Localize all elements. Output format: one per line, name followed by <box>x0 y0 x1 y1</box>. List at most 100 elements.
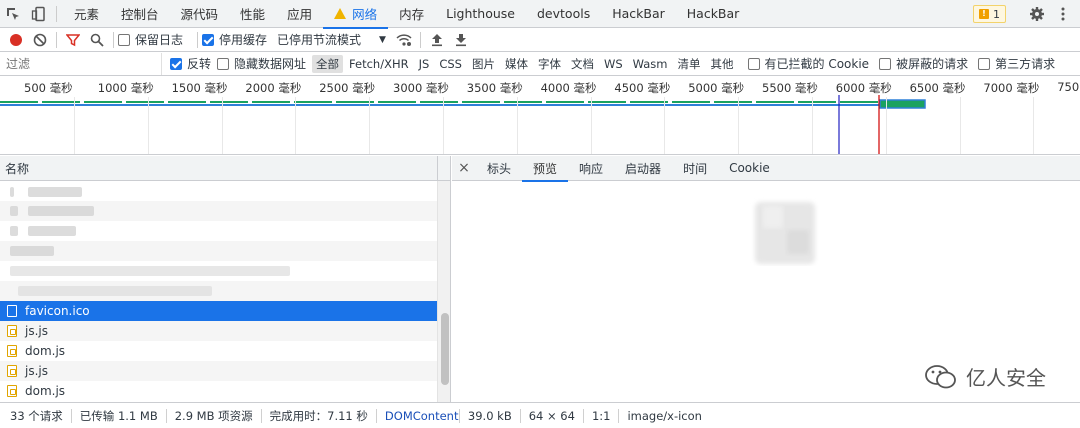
close-detail-icon[interactable]: × <box>452 160 476 176</box>
network-overview[interactable]: 500 毫秒 1000 毫秒 1500 毫秒 2000 毫秒 2500 毫秒 3000 毫… <box>0 77 1080 155</box>
wechat-logo-icon <box>925 364 956 388</box>
blocked-cookies-checkbox[interactable]: 有已拦截的 Cookie <box>747 55 869 72</box>
request-row-redacted[interactable] <box>0 281 437 301</box>
filter-type-6[interactable]: 字体 <box>534 55 565 73</box>
request-row[interactable]: js.js <box>0 321 437 341</box>
name-column-header[interactable]: 名称 <box>0 156 450 181</box>
tab-label: Lighthouse <box>446 6 515 21</box>
timeline-tick-label: 6000 毫秒 <box>835 81 892 95</box>
tab-7[interactable]: Lighthouse <box>435 0 526 28</box>
tab-0[interactable]: 元素 <box>63 0 110 28</box>
filter-type-10[interactable]: 清单 <box>674 55 705 73</box>
import-har-button[interactable] <box>425 28 449 52</box>
request-row-redacted[interactable] <box>0 221 437 241</box>
issues-badge[interactable]: ! 1 <box>973 5 1006 23</box>
timeline-gridline <box>1033 97 1035 154</box>
tab-label: HackBar <box>612 6 665 21</box>
script-file-icon <box>7 345 17 357</box>
request-row-redacted[interactable] <box>0 261 437 281</box>
disable-cache-checkbox[interactable]: 停用缓存 <box>202 31 267 48</box>
third-party-checkbox[interactable]: 第三方请求 <box>978 55 1055 72</box>
detail-tabs: × 标头 预览 响应 启动器 时间 Cookie <box>452 156 1080 182</box>
favicon-preview-image <box>749 196 819 266</box>
settings-gear-icon[interactable] <box>1024 0 1050 28</box>
filter-icon <box>66 33 80 46</box>
filter-input[interactable] <box>0 52 162 75</box>
blocked-requests-checkbox[interactable]: 被屏蔽的请求 <box>879 55 968 72</box>
detail-tab-1[interactable]: 预览 <box>522 156 569 182</box>
toolbar-separator <box>56 31 57 48</box>
preserve-log-check[interactable] <box>118 33 130 46</box>
detail-tab-0[interactable]: 标头 <box>476 156 522 181</box>
request-row[interactable]: dom.js <box>0 341 437 361</box>
tab-8[interactable]: devtools <box>526 0 601 28</box>
inspect-icon[interactable] <box>0 0 26 28</box>
tabs-separator <box>56 5 57 22</box>
scrollbar-thumb[interactable] <box>441 313 449 385</box>
request-row[interactable]: dom.js <box>0 381 437 401</box>
detail-tab-3[interactable]: 启动器 <box>614 156 672 181</box>
request-row-redacted[interactable] <box>0 201 437 221</box>
filter-type-9[interactable]: Wasm <box>629 56 672 72</box>
invert-checkbox[interactable]: 反转 <box>170 55 211 72</box>
clear-button[interactable] <box>28 28 52 52</box>
hide-data-urls-check[interactable] <box>217 57 230 70</box>
download-icon <box>455 33 466 46</box>
tabs-right: ! 1 <box>973 0 1080 28</box>
toolbar-separator <box>419 31 421 48</box>
filter-type-2[interactable]: JS <box>415 56 434 72</box>
blocked-requests-check[interactable] <box>879 57 892 70</box>
tab-6[interactable]: 内存 <box>388 0 435 28</box>
disable-cache-check[interactable] <box>202 33 215 46</box>
filter-type-3[interactable]: CSS <box>435 56 466 72</box>
detail-tab-4[interactable]: 时间 <box>672 156 718 181</box>
detail-tab-5[interactable]: Cookie <box>718 156 781 181</box>
blocked-cookies-check[interactable] <box>747 57 760 70</box>
timeline-gridline <box>74 97 75 154</box>
request-row-redacted[interactable] <box>0 241 437 261</box>
warning-icon <box>334 8 347 19</box>
network-toolbar: 保留日志 停用缓存 已停用节流模式 ▼ <box>0 28 1080 52</box>
filter-type-4[interactable]: 图片 <box>468 55 499 73</box>
detail-tab-2[interactable]: 响应 <box>568 156 614 181</box>
filter-type-11[interactable]: 其他 <box>707 55 738 73</box>
detail-tab-label: 标头 <box>487 161 512 176</box>
third-party-check[interactable] <box>978 57 991 70</box>
request-row-redacted[interactable] <box>0 181 437 201</box>
hide-data-urls-checkbox[interactable]: 隐藏数据网址 <box>217 55 306 72</box>
request-row[interactable]: js.js <box>0 361 437 381</box>
clear-icon <box>33 33 47 46</box>
filter-type-0[interactable]: 全部 <box>312 54 344 73</box>
tab-5[interactable]: 网络 <box>323 0 389 29</box>
invert-label: 反转 <box>187 57 212 71</box>
filter-type-1[interactable]: Fetch/XHR <box>345 56 413 72</box>
tab-4[interactable]: 应用 <box>276 0 323 28</box>
record-button[interactable] <box>4 28 28 52</box>
tab-10[interactable]: HackBar <box>676 0 751 28</box>
more-menu-icon[interactable] <box>1050 0 1076 28</box>
throttle-select[interactable]: 已停用节流模式 ▼ <box>277 31 386 48</box>
export-har-button[interactable] <box>449 28 473 52</box>
device-toolbar-icon[interactable] <box>26 0 52 28</box>
invert-check[interactable] <box>170 57 182 70</box>
network-conditions-button[interactable] <box>392 28 416 52</box>
request-rows: favicon.ico js.js dom.js js.js dom.js <box>0 181 450 402</box>
tab-3[interactable]: 性能 <box>229 0 276 28</box>
timeline-gridline <box>295 97 297 154</box>
request-row[interactable]: favicon.ico <box>0 301 437 321</box>
tab-2[interactable]: 源代码 <box>170 0 230 28</box>
timeline-gridline <box>885 97 887 154</box>
tab-1[interactable]: 控制台 <box>110 0 170 28</box>
filter-button[interactable] <box>61 28 85 52</box>
filter-type-5[interactable]: 媒体 <box>501 55 532 73</box>
filter-type-7[interactable]: 文档 <box>567 55 598 73</box>
preserve-log-checkbox[interactable]: 保留日志 <box>118 31 183 48</box>
request-list-scrollbar[interactable] <box>437 181 450 402</box>
timeline-tick-label: 750 <box>1057 80 1080 94</box>
filter-type-8[interactable]: WS <box>600 56 627 72</box>
tab-9[interactable]: HackBar <box>601 0 676 28</box>
timeline-tick-label: 6500 毫秒 <box>909 81 966 95</box>
timeline-gridline <box>959 97 961 154</box>
tab-label: 内存 <box>399 7 425 22</box>
search-button[interactable] <box>85 28 109 52</box>
